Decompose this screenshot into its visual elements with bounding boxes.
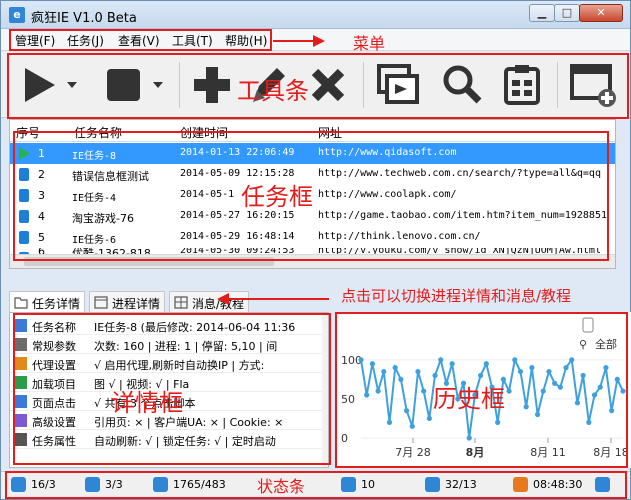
app-window: e 疯狂IE V1.0 Beta ▁ □ ✕ 管理(F) 任务(J) 查看(V)… (0, 0, 631, 500)
app-e-icon: e (9, 7, 25, 23)
annotation-grid: 任务框 (241, 183, 313, 211)
annotation-status: 状态条 (257, 477, 306, 496)
detail-tabs: 任务详情 进程详情 消息/教程 (9, 291, 339, 313)
title-bar: e 疯狂IE V1.0 Beta ▁ □ ✕ (1, 1, 630, 29)
annotation-menu: 菜单 (353, 34, 386, 53)
annotation-box-toolbar (7, 53, 629, 119)
annotation-arrow (273, 35, 325, 47)
annotation-tabs: 点击可以切换进程详情和消息/教程 (341, 287, 572, 305)
annotation-box-status (5, 471, 627, 499)
window-icon (94, 296, 108, 309)
folder-icon (14, 297, 28, 309)
tab-process-detail[interactable]: 进程详情 (89, 291, 166, 313)
window-title: 疯狂IE V1.0 Beta (31, 11, 137, 26)
tab-messages-tutorial[interactable]: 消息/教程 (169, 291, 250, 313)
annotation-toolbar: 工具条 (237, 77, 309, 105)
minimize-button[interactable]: ▁ (529, 4, 555, 22)
maximize-button[interactable]: □ (554, 4, 580, 22)
close-button[interactable]: ✕ (579, 4, 623, 22)
tab-task-detail[interactable]: 任务详情 (9, 291, 86, 313)
annotation-arrow (217, 293, 329, 305)
annotation-box-menu (9, 29, 272, 51)
annotation-details: 详情框 (111, 389, 183, 417)
tab-label: 进程详情 (112, 297, 161, 311)
tab-label: 任务详情 (32, 297, 81, 311)
annotation-history: 历史框 (433, 385, 505, 413)
grid-icon (174, 296, 188, 309)
